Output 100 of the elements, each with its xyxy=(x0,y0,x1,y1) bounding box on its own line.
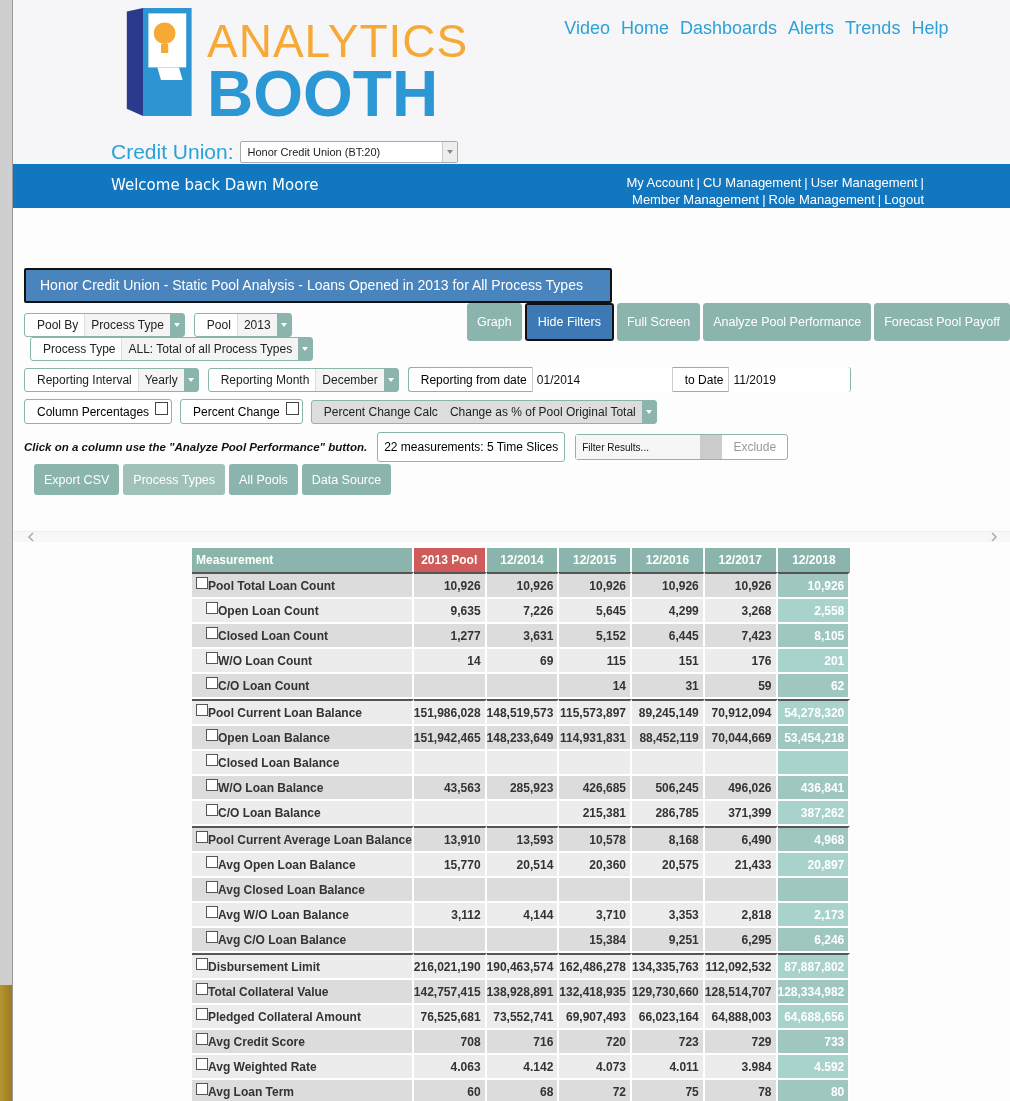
table-cell: 436,841 xyxy=(777,776,851,801)
table-cell: 285,923 xyxy=(486,776,560,801)
filter-results-input[interactable]: Filter Results... xyxy=(576,435,701,459)
date-label: Reporting from date xyxy=(407,367,533,392)
row-checkbox[interactable] xyxy=(196,1033,208,1046)
row-checkbox[interactable] xyxy=(206,602,218,615)
table-cell: 8,168 xyxy=(632,826,705,853)
percent-change-calc-dropdown[interactable]: Percent Change Calc Change as % of Pool Original Total xyxy=(310,399,657,424)
table-cell: 10,926 xyxy=(704,572,778,599)
account-link[interactable]: My Account xyxy=(626,174,694,191)
account-link[interactable]: CU Management xyxy=(703,174,802,191)
table-cell: 506,245 xyxy=(632,776,705,801)
separator: | xyxy=(762,191,766,208)
table-cell: 78 xyxy=(704,1080,778,1101)
column-header[interactable]: 12/2016 xyxy=(632,548,705,572)
filter-results-field[interactable]: Filter Results... Exclude xyxy=(575,434,789,460)
row-checkbox[interactable] xyxy=(196,1008,208,1021)
table-cell: 13,910 xyxy=(413,826,487,853)
table-cell: 112,092,532 xyxy=(704,953,778,980)
column-header[interactable]: 2013 Pool xyxy=(413,548,487,572)
row-checkbox[interactable] xyxy=(196,831,208,844)
row-checkbox[interactable] xyxy=(206,627,218,640)
action-button[interactable]: Data Source xyxy=(301,464,392,495)
measurement-label: Pool Current Loan Balance xyxy=(208,705,363,720)
checkbox-option[interactable]: Column Percentages xyxy=(24,399,173,424)
checkbox[interactable] xyxy=(285,402,299,415)
row-checkbox[interactable] xyxy=(206,729,218,742)
measurement-label: Avg Open Loan Balance xyxy=(218,857,356,872)
table-cell: 62 xyxy=(777,674,851,699)
table-cell: 2,173 xyxy=(777,903,851,928)
table-cell: 15,384 xyxy=(559,928,633,953)
measurement-label: Avg Closed Loan Balance xyxy=(218,882,365,897)
checkbox[interactable] xyxy=(155,402,169,415)
column-header[interactable]: Measurement xyxy=(192,548,414,572)
table-cell: 3,353 xyxy=(632,903,705,928)
row-checkbox[interactable] xyxy=(206,652,218,665)
row-checkbox[interactable] xyxy=(206,804,218,817)
row-checkbox[interactable] xyxy=(196,983,208,996)
view-button[interactable]: Analyze Pool Performance xyxy=(703,303,872,341)
filter-dropdown[interactable]: Pool 2013 xyxy=(193,313,292,337)
measurement-label: Avg Weighted Rate xyxy=(208,1059,317,1074)
action-button[interactable]: All Pools xyxy=(229,464,298,495)
row-checkbox[interactable] xyxy=(196,704,208,717)
filter-dropdown[interactable]: Pool By Process Type xyxy=(24,313,185,337)
separator: | xyxy=(804,174,808,191)
filter-dropdown[interactable]: Process Type ALL: Total of all Process Types xyxy=(30,337,314,361)
table-cell: 6,490 xyxy=(704,826,778,853)
nav-link[interactable]: Dashboards xyxy=(679,18,777,39)
row-checkbox[interactable] xyxy=(206,881,218,894)
nav-link[interactable]: Home xyxy=(620,18,669,39)
caret-icon xyxy=(645,409,652,414)
table-cell: 2,558 xyxy=(777,599,851,624)
table-cell: 4.592 xyxy=(777,1055,851,1080)
table-cell: 20,897 xyxy=(777,853,851,878)
caret-icon xyxy=(387,377,394,382)
nav-link[interactable]: Help xyxy=(911,18,949,39)
row-checkbox[interactable] xyxy=(206,906,218,919)
column-header[interactable]: 12/2015 xyxy=(559,548,633,572)
row-checkbox[interactable] xyxy=(196,1058,208,1071)
table-cell: 3,710 xyxy=(559,903,633,928)
row-checkbox[interactable] xyxy=(206,754,218,767)
row-checkbox[interactable] xyxy=(206,931,218,944)
row-checkbox[interactable] xyxy=(196,577,208,590)
exclude-toggle[interactable]: Exclude xyxy=(700,435,788,459)
action-button[interactable]: Export CSV xyxy=(34,464,120,495)
row-checkbox[interactable] xyxy=(196,1083,208,1096)
table-cell: 426,685 xyxy=(559,776,633,801)
table-cell: 5,152 xyxy=(559,624,633,649)
nav-link[interactable]: Alerts xyxy=(788,18,835,39)
checkbox-option[interactable]: Percent Change xyxy=(180,399,303,424)
account-link[interactable]: Role Management xyxy=(768,191,875,208)
row-checkbox[interactable] xyxy=(206,856,218,869)
table-cell: 115,573,897 xyxy=(559,699,633,726)
table-cell: 20,360 xyxy=(559,853,633,878)
filter-dropdown[interactable]: Reporting Interval Yearly xyxy=(24,367,199,392)
filter-dropdown[interactable]: Reporting Month December xyxy=(207,367,399,392)
view-button[interactable]: Hide Filters xyxy=(524,303,614,341)
table-cell: 201 xyxy=(777,649,851,674)
row-checkbox[interactable] xyxy=(206,779,218,792)
measurement-label: Closed Loan Count xyxy=(218,628,328,643)
account-link[interactable]: User Management xyxy=(810,174,918,191)
credit-union-dropdown[interactable]: Honor Credit Union (BT:20) xyxy=(239,141,458,163)
measurement-label: Avg Credit Score xyxy=(208,1034,305,1049)
nav-link[interactable]: Video xyxy=(564,18,610,39)
column-header[interactable]: 12/2017 xyxy=(704,548,778,572)
caret-icon xyxy=(173,323,180,327)
account-link[interactable]: Logout xyxy=(884,191,924,208)
view-button[interactable]: Graph xyxy=(467,303,522,341)
nav-link[interactable]: Trends xyxy=(845,18,901,39)
row-checkbox[interactable] xyxy=(196,958,208,971)
row-checkbox[interactable] xyxy=(206,677,218,690)
table-cell: 73,552,741 xyxy=(486,1005,560,1030)
table-cell: 21,433 xyxy=(704,853,778,878)
view-button[interactable]: Full Screen xyxy=(616,303,701,341)
column-header[interactable]: 12/2014 xyxy=(486,548,560,572)
account-link[interactable]: Member Management xyxy=(632,191,760,208)
table-cell: 88,452,119 xyxy=(632,726,705,751)
table-cell: 9,635 xyxy=(413,599,487,624)
view-button[interactable]: Forecast Pool Payoff xyxy=(874,303,1010,341)
column-header[interactable]: 12/2018 xyxy=(777,548,851,572)
